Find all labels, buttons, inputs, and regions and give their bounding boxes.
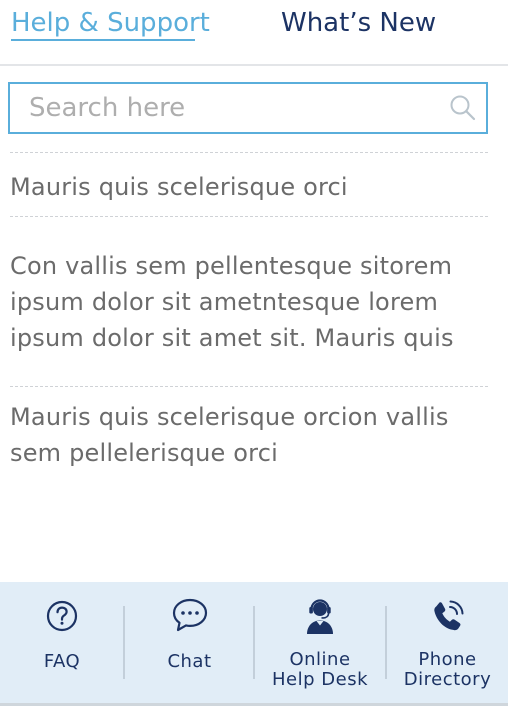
nav-chat[interactable]: Chat	[125, 582, 254, 703]
tab-help-support[interactable]: Help & Support	[11, 6, 210, 40]
nav-online-help-desk[interactable]: Online Help Desk	[255, 582, 385, 703]
nav-label: Phone Directory	[387, 650, 508, 690]
tab-whats-new[interactable]: What’s New	[281, 6, 436, 40]
phone-ringing-icon	[433, 600, 463, 631]
nav-label-line1: Online	[289, 649, 351, 670]
nav-label: Online Help Desk	[255, 650, 385, 690]
question-circle-icon	[46, 600, 78, 632]
headset-agent-icon	[307, 599, 333, 634]
list-item-text: Con vallis sem pellentesque sitorem ipsu…	[10, 252, 454, 352]
active-tab-indicator	[11, 39, 195, 41]
bottom-navigation: FAQ Chat Online Help Desk Phone Director…	[0, 582, 508, 703]
nav-label-line1: Phone	[418, 649, 477, 670]
chat-bubble-icon	[172, 598, 207, 632]
search-box	[8, 82, 488, 134]
article-list: Mauris quis scelerisque orci Con vallis …	[10, 152, 488, 471]
nav-label-line2: Help Desk	[272, 669, 368, 690]
search-icon[interactable]	[449, 94, 477, 122]
nav-label-line2: Directory	[403, 669, 492, 690]
nav-phone-directory[interactable]: Phone Directory	[387, 582, 508, 703]
list-item-text: Mauris quis scelerisque orcion vallis se…	[10, 403, 449, 467]
list-item[interactable]: Mauris quis scelerisque orcion vallis se…	[10, 386, 488, 471]
search-input[interactable]	[10, 84, 440, 132]
nav-label: Chat	[167, 651, 212, 672]
nav-label: FAQ	[43, 651, 81, 672]
nav-faq[interactable]: FAQ	[0, 582, 124, 703]
list-item[interactable]: Con vallis sem pellentesque sitorem ipsu…	[10, 216, 488, 386]
list-item-text: Mauris quis scelerisque orci	[10, 173, 348, 201]
list-item[interactable]: Mauris quis scelerisque orci	[10, 152, 488, 216]
tab-bar: Help & Support What’s New	[0, 0, 508, 66]
